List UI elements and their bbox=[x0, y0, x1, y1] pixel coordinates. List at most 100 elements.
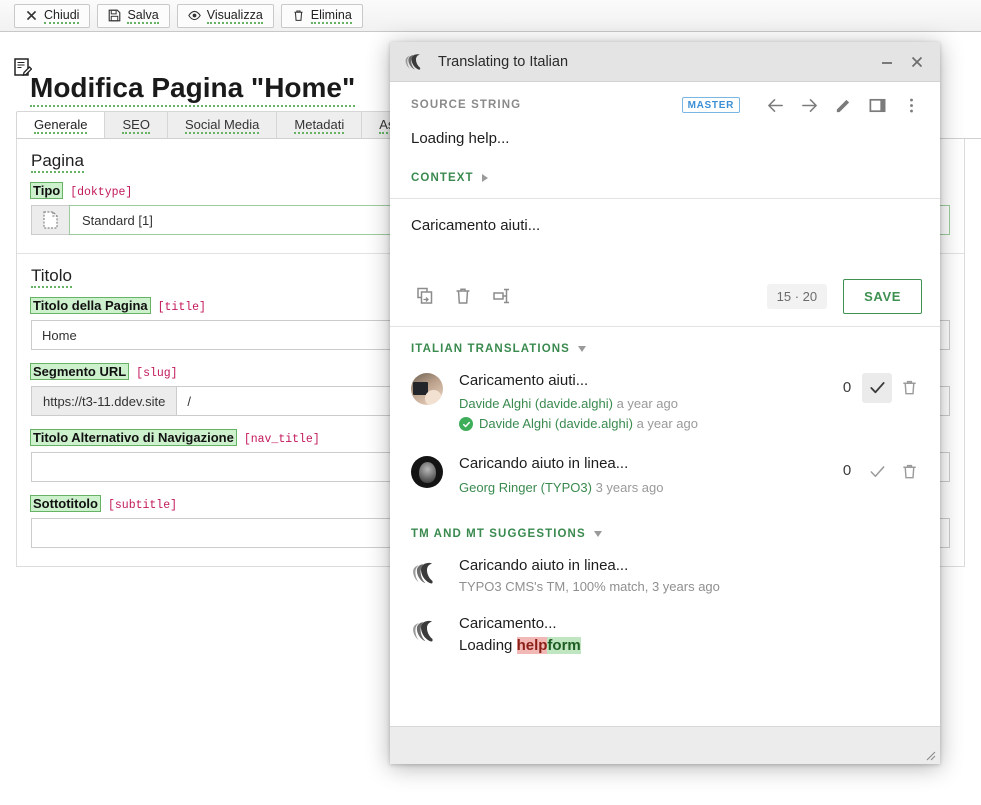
delete-button[interactable]: Elimina bbox=[281, 4, 363, 28]
diff-prefix: Loading bbox=[459, 637, 517, 654]
source-string-bar: SOURCE STRING MASTER bbox=[390, 82, 940, 128]
field-title-label: Titolo della Pagina bbox=[31, 298, 150, 313]
copy-source-icon[interactable] bbox=[408, 279, 442, 313]
suggestions-section-header[interactable]: TM AND MT SUGGESTIONS bbox=[390, 512, 940, 550]
typo3-logo-icon bbox=[411, 560, 443, 586]
diff-deleted: help bbox=[517, 637, 548, 654]
approved-check-icon bbox=[459, 417, 473, 431]
suggestion-item-text: Caricamento... bbox=[459, 614, 924, 634]
trash-icon bbox=[292, 9, 305, 22]
field-subtitle-key: [subtitle] bbox=[108, 499, 177, 512]
delete-translation-icon[interactable] bbox=[894, 373, 924, 403]
translation-item: Caricando aiuto in linea... Georg Ringer… bbox=[390, 448, 940, 511]
field-subtitle-label: Sottotitolo bbox=[31, 496, 100, 511]
section-pagina-legend: Pagina bbox=[31, 151, 84, 173]
more-vertical-icon[interactable] bbox=[898, 92, 924, 118]
suggestion-item-main: Caricando aiuto in linea... TYPO3 CMS's … bbox=[443, 556, 924, 594]
translation-item-text[interactable]: Caricando aiuto in linea... bbox=[459, 454, 834, 474]
resize-grip-icon[interactable] bbox=[923, 748, 936, 761]
pencil-icon[interactable] bbox=[830, 92, 856, 118]
suggestion-item-diff: Loading helpform bbox=[459, 637, 924, 654]
avatar bbox=[411, 456, 443, 488]
field-doktype-key: [doktype] bbox=[70, 186, 132, 199]
suggestion-item[interactable]: Caricamento... Loading helpform bbox=[390, 608, 940, 668]
delete-button-label: Elimina bbox=[311, 8, 352, 24]
save-button[interactable]: Salva bbox=[97, 4, 169, 28]
caret-right-icon bbox=[482, 174, 488, 182]
clear-translation-icon[interactable] bbox=[446, 279, 480, 313]
branch-badge: MASTER bbox=[682, 97, 740, 113]
field-slug-label: Segmento URL bbox=[31, 364, 128, 379]
editor-toolbar: 15 · 20 SAVE bbox=[390, 273, 940, 326]
approve-icon[interactable] bbox=[862, 456, 892, 486]
suggestion-item-text: Caricando aiuto in linea... bbox=[459, 556, 924, 576]
suggestion-item-main: Caricamento... Loading helpform bbox=[443, 614, 924, 654]
caret-down-icon bbox=[594, 531, 602, 537]
typo3-logo-icon bbox=[404, 52, 428, 72]
field-slug-key: [slug] bbox=[136, 367, 177, 380]
translations-section-header[interactable]: ITALIAN TRANSLATIONS bbox=[390, 327, 940, 365]
translation-item-main: Caricando aiuto in linea... Georg Ringer… bbox=[443, 454, 834, 497]
arrow-left-icon[interactable] bbox=[762, 92, 788, 118]
translation-item-text[interactable]: Caricamento aiuti... bbox=[459, 371, 834, 391]
dialog-title-bar[interactable]: Translating to Italian bbox=[390, 42, 940, 82]
close-button[interactable]: Chiudi bbox=[14, 4, 90, 28]
delete-translation-icon[interactable] bbox=[894, 456, 924, 486]
close-icon[interactable] bbox=[902, 47, 932, 77]
tab-seo[interactable]: SEO bbox=[104, 111, 166, 138]
close-icon bbox=[25, 9, 38, 22]
source-string-label: SOURCE STRING bbox=[411, 99, 682, 111]
suggestion-item-meta: TYPO3 CMS's TM, 100% match, 3 years ago bbox=[459, 579, 924, 594]
suggestion-item[interactable]: Caricando aiuto in linea... TYPO3 CMS's … bbox=[390, 550, 940, 608]
tab-social-media[interactable]: Social Media bbox=[167, 111, 276, 138]
dialog-body: SOURCE STRING MASTER Loa bbox=[390, 82, 940, 726]
save-icon bbox=[108, 9, 121, 22]
context-label: CONTEXT bbox=[411, 172, 474, 184]
translation-item-author: Georg Ringer (TYPO3) 3 years ago bbox=[459, 478, 834, 498]
tab-metadati[interactable]: Metadati bbox=[276, 111, 361, 138]
page-title: Modifica Pagina "Home" bbox=[30, 71, 355, 108]
translation-item: Caricamento aiuti... Davide Alghi (david… bbox=[390, 365, 940, 449]
vote-count: 0 bbox=[834, 456, 860, 486]
translation-item-main: Caricamento aiuti... Davide Alghi (david… bbox=[443, 371, 834, 435]
suggestions-heading: TM AND MT SUGGESTIONS bbox=[411, 528, 586, 540]
approve-icon[interactable] bbox=[862, 373, 892, 403]
tab-generale[interactable]: Generale bbox=[16, 111, 104, 138]
translation-dialog: Translating to Italian SOURCE STRING MAS… bbox=[390, 42, 940, 764]
eye-icon bbox=[188, 9, 201, 22]
approved-time: a year ago bbox=[637, 416, 698, 431]
minimize-icon[interactable] bbox=[872, 47, 902, 77]
dialog-title: Translating to Italian bbox=[438, 54, 872, 70]
save-translation-button[interactable]: SAVE bbox=[843, 279, 922, 314]
translation-item-time: a year ago bbox=[617, 396, 678, 411]
translation-item-approval: Davide Alghi (davide.alghi) a year ago bbox=[459, 414, 834, 434]
save-button-label: Salva bbox=[127, 8, 158, 24]
field-slug-prefix: https://t3-11.ddev.site bbox=[31, 386, 176, 416]
view-button[interactable]: Visualizza bbox=[177, 4, 274, 28]
avatar bbox=[411, 373, 443, 405]
context-toggle[interactable]: CONTEXT bbox=[390, 150, 940, 198]
arrow-right-icon[interactable] bbox=[796, 92, 822, 118]
vote-count: 0 bbox=[834, 373, 860, 403]
translation-item-actions: 0 bbox=[834, 454, 924, 486]
close-button-label: Chiudi bbox=[44, 8, 79, 24]
field-doktype-label: Tipo bbox=[31, 183, 62, 198]
field-nav-title-key: [nav_title] bbox=[244, 433, 320, 446]
translation-input[interactable]: Caricamento aiuti... bbox=[390, 199, 940, 273]
diff-inserted: form bbox=[547, 637, 580, 654]
insert-tag-icon[interactable] bbox=[484, 279, 518, 313]
field-nav-title-label: Titolo Alternativo di Navigazione bbox=[31, 430, 236, 445]
page-doc-icon bbox=[31, 205, 69, 235]
view-button-label: Visualizza bbox=[207, 8, 263, 24]
translation-item-actions: 0 bbox=[834, 371, 924, 403]
source-string-value: Loading help... bbox=[411, 130, 509, 147]
translation-input-value: Caricamento aiuti... bbox=[411, 217, 540, 234]
translations-heading: ITALIAN TRANSLATIONS bbox=[411, 343, 570, 355]
translation-item-time: 3 years ago bbox=[596, 480, 664, 495]
translation-item-author: Davide Alghi (davide.alghi) a year ago bbox=[459, 394, 834, 414]
typo3-logo-icon bbox=[411, 618, 443, 644]
module-toolbar: Chiudi Salva Visualizza Elimina bbox=[0, 0, 981, 32]
approved-by: Davide Alghi (davide.alghi) bbox=[479, 416, 633, 431]
panel-toggle-icon[interactable] bbox=[864, 92, 890, 118]
source-string-text: Loading help... bbox=[390, 128, 940, 150]
